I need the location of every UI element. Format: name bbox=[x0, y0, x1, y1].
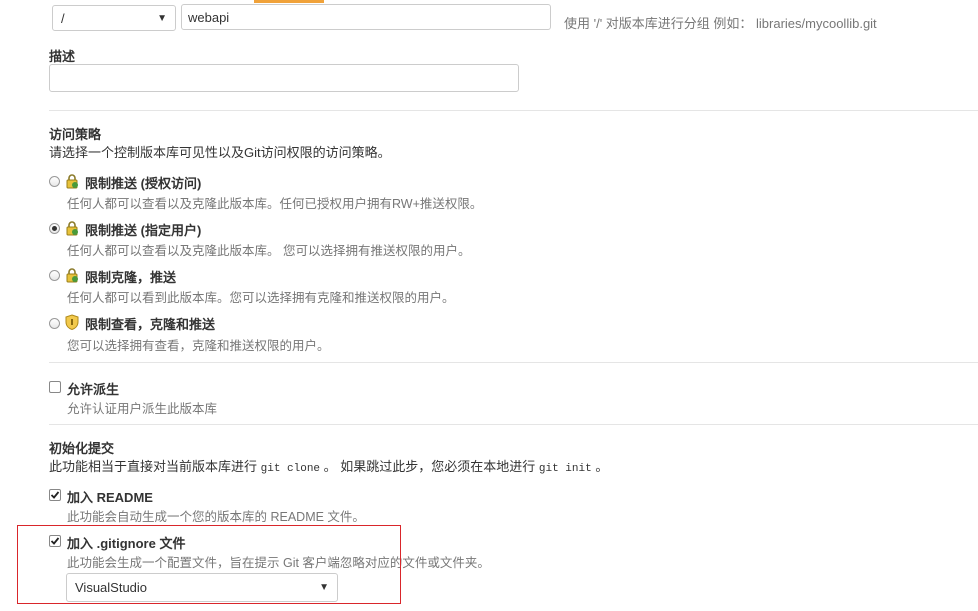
add-readme-label: 加入 README bbox=[67, 490, 153, 505]
lock-icon bbox=[66, 268, 78, 283]
divider bbox=[49, 110, 978, 111]
access-option-desc: 任何人都可以查看以及克隆此版本库。任何已授权用户拥有RW+推送权限。 bbox=[67, 197, 483, 211]
path-hint: 使用 '/' 对版本库进行分组 例如： libraries/mycoollib.… bbox=[564, 16, 877, 31]
git-init-code: git init bbox=[538, 463, 592, 475]
owner-select[interactable]: / ▼ bbox=[52, 5, 176, 31]
allow-fork-label: 允许派生 bbox=[67, 382, 120, 397]
chevron-down-icon: ▼ bbox=[157, 12, 167, 24]
owner-select-value: / bbox=[61, 10, 65, 26]
access-radio-named-push[interactable] bbox=[49, 223, 60, 234]
access-option-label: 限制推送 (授权访问) bbox=[85, 176, 202, 191]
highlight-annotation-box bbox=[17, 525, 401, 604]
subtitle-text: 。 如果跳过此步，您必须在本地进行 bbox=[320, 459, 539, 474]
init-commit-title: 初始化提交 bbox=[49, 441, 115, 456]
access-option-desc: 您可以选择拥有查看，克隆和推送权限的用户。 bbox=[67, 339, 330, 353]
add-readme-desc: 此功能会自动生成一个您的版本库的 README 文件。 bbox=[67, 510, 365, 524]
access-option-label: 限制克隆，推送 bbox=[85, 270, 177, 285]
init-commit-subtitle: 此功能相当于直接对当前版本库进行 git clone 。 如果跳过此步，您必须在… bbox=[49, 456, 608, 475]
allow-fork-checkbox[interactable] bbox=[49, 381, 61, 393]
allow-fork-desc: 允许认证用户派生此版本库 bbox=[67, 402, 218, 416]
access-radio-authenticated-push[interactable] bbox=[49, 176, 60, 187]
git-clone-code: git clone bbox=[260, 463, 321, 475]
add-readme-checkbox[interactable] bbox=[49, 489, 61, 501]
access-policy-subtitle: 请选择一个控制版本库可见性以及Git访问权限的访问策略。 bbox=[49, 145, 391, 160]
access-policy-title: 访问策略 bbox=[49, 127, 102, 142]
access-radio-clone-push[interactable] bbox=[49, 270, 60, 281]
subtitle-text: 。 bbox=[591, 459, 609, 474]
active-tab-indicator bbox=[254, 0, 324, 3]
description-input[interactable] bbox=[49, 64, 519, 92]
divider bbox=[49, 362, 978, 363]
lock-icon bbox=[66, 221, 78, 236]
subtitle-text: 此功能相当于直接对当前版本库进行 bbox=[49, 459, 261, 474]
access-option-desc: 任何人都可以看到此版本库。您可以选择拥有克隆和推送权限的用户。 bbox=[67, 291, 455, 305]
lock-icon bbox=[66, 174, 78, 189]
description-label: 描述 bbox=[49, 49, 76, 64]
repo-name-input[interactable]: webapi bbox=[181, 4, 551, 30]
repo-name-value: webapi bbox=[188, 9, 230, 25]
checkmark-icon bbox=[50, 491, 60, 499]
access-radio-view-clone-push[interactable] bbox=[49, 318, 60, 329]
access-option-label: 限制查看，克隆和推送 bbox=[85, 317, 216, 332]
access-option-label: 限制推送 (指定用户) bbox=[85, 223, 202, 238]
shield-icon bbox=[65, 314, 79, 330]
access-option-desc: 任何人都可以查看以及克隆此版本库。 您可以选择拥有推送权限的用户。 bbox=[67, 244, 471, 258]
divider bbox=[49, 424, 978, 425]
